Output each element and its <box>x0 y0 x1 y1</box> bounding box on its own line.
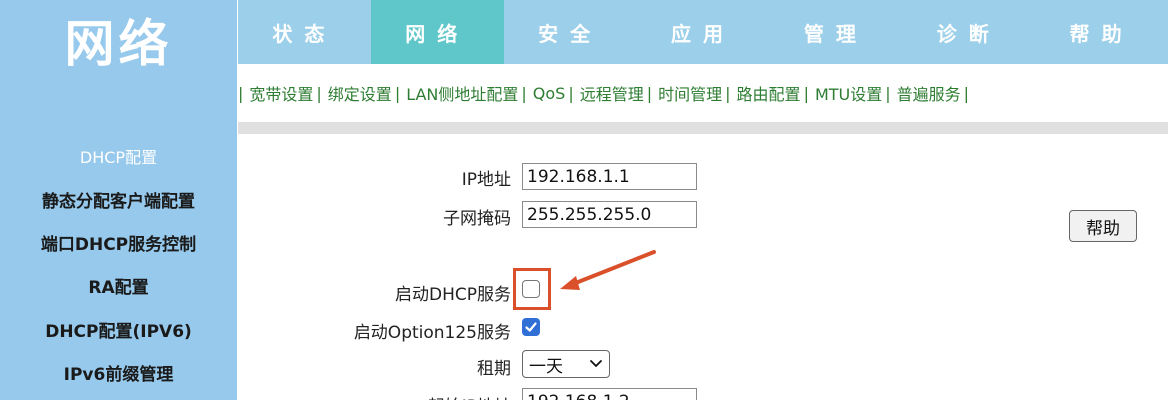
section-divider <box>238 122 1168 134</box>
chevron-down-icon <box>590 360 602 367</box>
lease-time-label: 租期 <box>477 359 511 379</box>
tab-diagnostics[interactable]: 诊断 <box>902 0 1035 64</box>
sub-nav-mtu-settings[interactable]: MTU设置 <box>809 81 885 105</box>
left-nav-ra-config[interactable]: RA配置 <box>0 264 237 307</box>
left-nav: DHCP配置 静态分配客户端配置 端口DHCP服务控制 RA配置 DHCP配置(… <box>0 134 237 394</box>
checkmark-icon <box>525 322 537 332</box>
sub-nav-qos[interactable]: QoS <box>527 84 569 103</box>
left-nav-port-dhcp-control[interactable]: 端口DHCP服务控制 <box>0 221 237 264</box>
tab-help[interactable]: 帮助 <box>1035 0 1168 64</box>
sub-nav-route-config[interactable]: 路由配置 <box>731 81 804 105</box>
left-nav-dhcp-config[interactable]: DHCP配置 <box>0 134 237 177</box>
sub-nav: | 宽带设置 | 绑定设置 | LAN侧地址配置 | QoS | 远程管理 | 时间管理 |… <box>238 64 1168 122</box>
brand-title: 网络 <box>64 15 173 73</box>
sub-nav-binding-settings[interactable]: 绑定设置 <box>322 81 395 105</box>
start-ip-label: 起始IP地址 <box>428 392 511 400</box>
tab-management[interactable]: 管理 <box>769 0 902 64</box>
left-panel: 网络 DHCP配置 静态分配客户端配置 端口DHCP服务控制 RA配置 DHCP… <box>0 0 237 400</box>
tab-security[interactable]: 安全 <box>504 0 637 64</box>
lease-time-select[interactable]: 一天 <box>522 350 610 378</box>
ip-address-label: IP地址 <box>461 170 511 190</box>
lease-time-value: 一天 <box>529 356 563 377</box>
ip-address-input[interactable] <box>522 163 697 190</box>
annotation-highlight-box <box>513 268 551 310</box>
subnet-mask-input[interactable] <box>522 201 697 228</box>
sub-nav-lan-address-config[interactable]: LAN侧地址配置 <box>400 81 521 105</box>
left-nav-ipv6-prefix-management[interactable]: IPv6前缀管理 <box>0 351 237 394</box>
arrow-annotation-icon <box>560 250 656 290</box>
sub-nav-remote-management[interactable]: 远程管理 <box>574 81 647 105</box>
enable-dhcp-label: 启动DHCP服务 <box>395 285 511 305</box>
tab-network[interactable]: 网络 <box>370 0 504 64</box>
enable-option125-checkbox[interactable] <box>522 318 540 336</box>
tab-status[interactable]: 状态 <box>238 0 371 64</box>
sub-nav-universal-service[interactable]: 普遍服务 <box>891 81 964 105</box>
subnet-mask-label: 子网掩码 <box>443 209 511 229</box>
left-nav-static-client-config[interactable]: 静态分配客户端配置 <box>0 177 237 220</box>
dhcp-config-form: IP地址 子网掩码 帮助 启动DHCP服务 启动Option125服务 租期 一… <box>238 134 1168 400</box>
enable-option125-label: 启动Option125服务 <box>353 323 511 343</box>
top-nav: 状态 网络 安全 应用 管理 诊断 帮助 <box>238 0 1168 64</box>
help-button[interactable]: 帮助 <box>1069 210 1137 242</box>
sub-nav-separator: | <box>963 83 970 103</box>
left-nav-dhcp-ipv6-config[interactable]: DHCP配置(IPV6) <box>0 308 237 351</box>
sub-nav-broadband-settings[interactable]: 宽带设置 <box>243 81 316 105</box>
sub-nav-time-management[interactable]: 时间管理 <box>652 81 725 105</box>
start-ip-input[interactable] <box>522 388 697 400</box>
tab-applications[interactable]: 应用 <box>637 0 770 64</box>
